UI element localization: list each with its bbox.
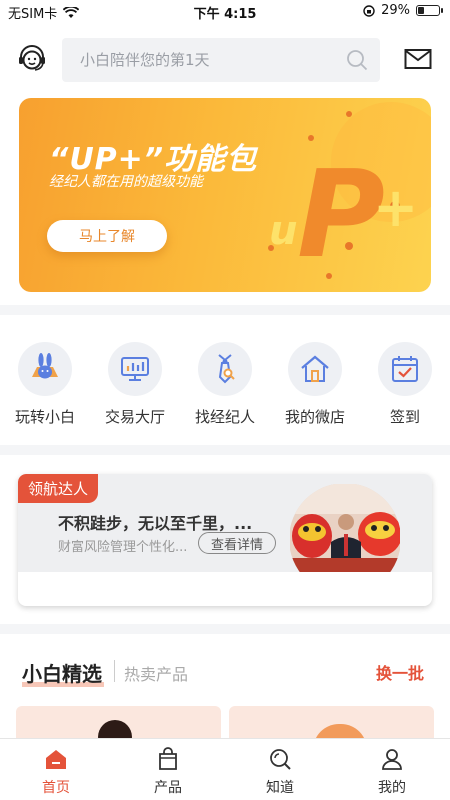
tab-label: 我的 <box>378 780 406 796</box>
card-headline: 不积跬步，无以至千里，... <box>58 514 253 533</box>
svg-text:u: u <box>269 208 297 254</box>
tab-home[interactable]: 首页 <box>0 747 112 797</box>
quick-nav-label: 签到 <box>389 408 420 426</box>
calendar-check-icon <box>392 356 418 382</box>
up-plus-logo-graphic: u P + <box>268 111 418 285</box>
section-divider <box>0 445 450 455</box>
search-input[interactable] <box>62 38 342 82</box>
shopping-bag-icon <box>159 747 177 770</box>
user-icon <box>382 749 402 770</box>
tab-mine[interactable]: 我的 <box>336 747 448 797</box>
section-divider <box>0 624 450 634</box>
learn-more-button[interactable]: 马上了解 <box>47 220 167 252</box>
mail-icon[interactable] <box>404 47 432 71</box>
search-bar[interactable] <box>62 38 380 82</box>
svg-text:+: + <box>373 176 418 239</box>
tab-label: 产品 <box>154 780 182 796</box>
quick-nav-label: 玩转小白 <box>14 408 75 426</box>
rabbit-icon <box>32 353 58 379</box>
header <box>0 38 450 82</box>
quick-nav-label: 我的微店 <box>284 408 345 426</box>
card-description: 财富风险管理个性化... <box>58 540 188 555</box>
promo-banner[interactable]: “UP+”功能包 经纪人都在用的超级功能 马上了解 u P + <box>19 98 431 292</box>
battery-icon <box>416 5 443 16</box>
section-title: 小白精选 <box>22 662 102 686</box>
section-subtitle: 热卖产品 <box>124 665 189 684</box>
svg-text:P: P <box>297 146 385 285</box>
card-badge: 领航达人 <box>18 474 99 503</box>
house-icon <box>301 355 329 382</box>
tab-label: 首页 <box>42 780 70 796</box>
search-icon[interactable] <box>346 49 368 71</box>
tie-icon <box>218 354 235 384</box>
section-separator <box>114 660 115 682</box>
search-knowledge-icon <box>270 749 291 770</box>
quick-nav-trading-hall[interactable]: 交易大厅 <box>90 342 180 427</box>
battery-percent: 29% <box>381 3 410 18</box>
lion-dance-photo <box>290 484 400 572</box>
home-icon <box>46 750 66 769</box>
tab-label: 知道 <box>266 780 294 796</box>
quick-nav-label: 找经纪人 <box>194 408 255 426</box>
status-bar: 无SIM卡 下午 4:15 29% <box>0 0 450 24</box>
quick-nav-my-shop[interactable]: 我的微店 <box>270 342 360 427</box>
view-details-button[interactable]: 查看详情 <box>198 532 276 554</box>
section-divider <box>0 305 450 315</box>
tab-bar: 首页 产品 知道 我的 <box>0 738 450 800</box>
tab-products[interactable]: 产品 <box>112 747 224 797</box>
banner-subtitle: 经纪人都在用的超级功能 <box>49 174 203 190</box>
tab-knowledge[interactable]: 知道 <box>224 747 336 797</box>
refresh-batch-button[interactable]: 换一批 <box>376 660 424 684</box>
broker-promo-card[interactable]: 领航达人 不积跬步，无以至千里，... 财富风险管理个性化... 查看详情 <box>18 474 432 606</box>
customer-service-icon[interactable] <box>16 44 48 76</box>
quick-nav-label: 交易大厅 <box>104 408 165 426</box>
orientation-lock-icon <box>363 4 375 17</box>
quick-nav-check-in[interactable]: 签到 <box>360 342 450 427</box>
quick-nav-find-broker[interactable]: 找经纪人 <box>180 342 270 427</box>
quick-nav-play-xiaobai[interactable]: 玩转小白 <box>0 342 90 427</box>
monitor-chart-icon <box>121 357 149 381</box>
quick-nav: 玩转小白 交易大厅 找经纪人 我的微店 签到 <box>0 342 450 432</box>
